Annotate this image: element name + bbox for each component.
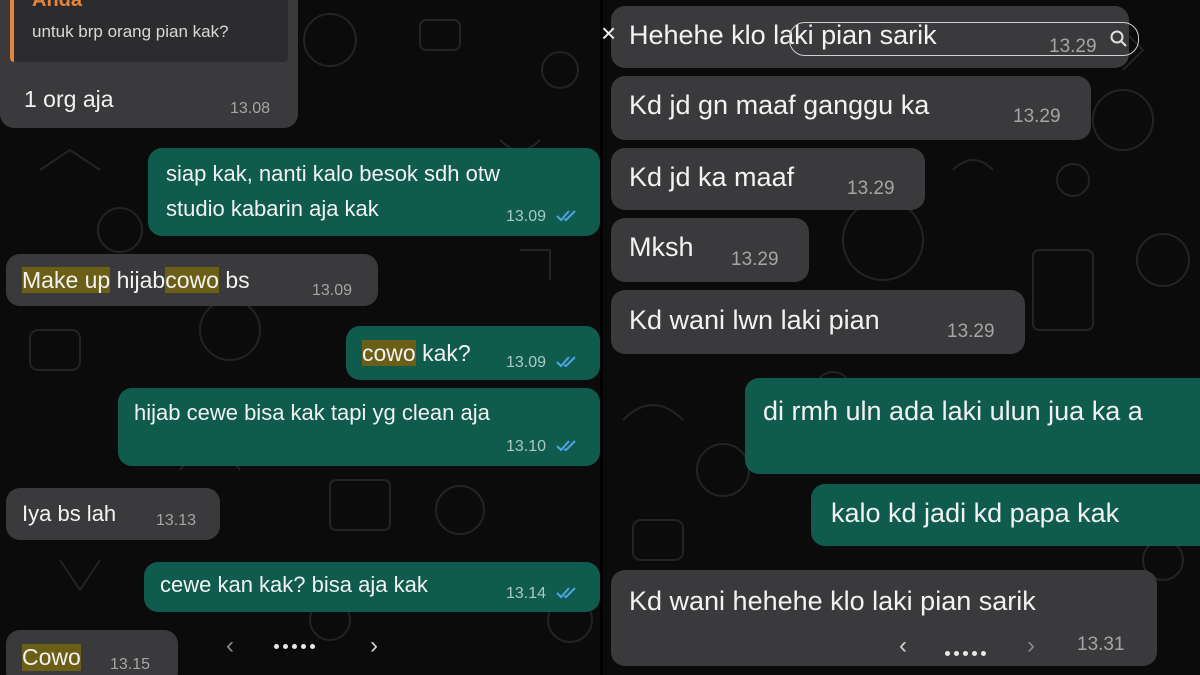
prev-result-button[interactable]: ‹ bbox=[899, 632, 907, 660]
message-word: hijab bbox=[116, 267, 166, 293]
message-bubble-incoming[interactable]: Iya bs lah 13.13 bbox=[6, 488, 220, 540]
message-bubble-incoming[interactable]: Kd wani lwn laki pian 13.29 bbox=[611, 290, 1025, 354]
message-bubble-outgoing[interactable]: hijab cewe bisa kak tapi yg clean aja 13… bbox=[118, 388, 600, 466]
message-text: Kd jd gn maaf ganggu ka bbox=[629, 90, 930, 120]
message-text: kalo kd jadi kd papa kak bbox=[831, 498, 1120, 528]
search-input[interactable] bbox=[789, 22, 1139, 56]
message-time: 13.13 bbox=[156, 512, 197, 529]
message-time: 13.08 bbox=[230, 100, 271, 117]
search-highlight: Make up bbox=[22, 267, 111, 293]
message-time: 13.15 bbox=[110, 656, 151, 673]
message-bubble-incoming[interactable]: Make up hijabcowo bs 13.09 bbox=[6, 254, 378, 306]
read-receipt-icon bbox=[556, 356, 576, 368]
message-text-line: studio kabarin aja kak bbox=[166, 196, 379, 221]
next-result-button[interactable]: › bbox=[1027, 632, 1035, 660]
message-time: 13.09 bbox=[312, 282, 353, 299]
message-time: 13.29 bbox=[847, 178, 895, 199]
message-time: 13.29 bbox=[731, 249, 779, 270]
message-bubble-incoming[interactable]: Mksh 13.29 bbox=[611, 218, 809, 282]
message-time: 13.31 bbox=[1077, 634, 1125, 655]
message-bubble-incoming[interactable]: Kd jd ka maaf 13.29 bbox=[611, 148, 925, 210]
search-highlight: cowo bbox=[362, 340, 416, 366]
message-text-line: siap kak, nanti kalo besok sdh otw bbox=[166, 161, 500, 186]
message-text: Kd wani lwn laki pian bbox=[629, 305, 880, 335]
message-text: di rmh uln ada laki ulun jua ka a bbox=[763, 396, 1143, 426]
message-text: Iya bs lah bbox=[22, 501, 117, 526]
read-receipt-icon bbox=[556, 587, 576, 599]
message-bubble-incoming[interactable]: Kd jd gn maaf ganggu ka 13.29 bbox=[611, 76, 1091, 140]
message-text: Make up hijabcowo bs bbox=[22, 267, 250, 294]
message-text: Kd wani hehehe klo laki pian sarik bbox=[629, 586, 1036, 616]
message-bubble-outgoing[interactable]: siap kak, nanti kalo besok sdh otw studi… bbox=[148, 148, 600, 236]
message-bubble-outgoing[interactable]: di rmh uln ada laki ulun jua ka a bbox=[745, 378, 1200, 474]
page-indicator bbox=[943, 643, 988, 661]
message-bubble-outgoing[interactable]: cewe kan kak? bisa aja kak 13.14 bbox=[144, 562, 600, 612]
message-bubble-incoming[interactable]: Cowo 13.15 bbox=[6, 630, 178, 675]
chat-panel-right: Hehehe klo laki pian sarik 13.29 × Kd jd… bbox=[603, 0, 1200, 675]
message-time: 13.09 bbox=[506, 354, 547, 371]
message-time: 13.29 bbox=[947, 321, 995, 342]
chat-panel-left: Anda untuk brp orang pian kak? 1 org aja… bbox=[0, 0, 600, 675]
page-indicator bbox=[272, 636, 317, 654]
prev-result-button[interactable]: ‹ bbox=[226, 632, 234, 660]
message-word: bs bbox=[225, 267, 250, 293]
message-bubble-incoming[interactable]: Kd wani hehehe klo laki pian sarik 13.31 bbox=[611, 570, 1157, 666]
search-icon[interactable] bbox=[1110, 30, 1128, 48]
message-bubble-outgoing[interactable]: cowo kak? 13.09 bbox=[346, 326, 600, 380]
message-time: 13.10 bbox=[506, 438, 547, 455]
search-highlight: cowo bbox=[165, 267, 219, 293]
message-text: Mksh bbox=[629, 232, 694, 262]
message-text: hijab cewe bisa kak tapi yg clean aja bbox=[134, 400, 490, 425]
message-word: kak? bbox=[422, 340, 471, 366]
read-receipt-icon bbox=[556, 210, 576, 222]
quoted-message[interactable]: Anda untuk brp orang pian kak? bbox=[10, 0, 288, 62]
message-bubble-outgoing[interactable]: kalo kd jadi kd papa kak bbox=[811, 484, 1200, 546]
quote-author: Anda bbox=[32, 0, 82, 11]
message-text: cewe kan kak? bisa aja kak bbox=[160, 572, 428, 597]
message-text: 1 org aja bbox=[24, 86, 114, 112]
read-receipt-icon bbox=[556, 440, 576, 452]
message-text: Kd jd ka maaf bbox=[629, 162, 795, 192]
quote-text: untuk brp orang pian kak? bbox=[32, 22, 229, 41]
quoted-reply-bubble[interactable]: Anda untuk brp orang pian kak? 1 org aja… bbox=[0, 0, 298, 128]
next-result-button[interactable]: › bbox=[370, 632, 378, 660]
close-search-icon[interactable]: × bbox=[603, 18, 616, 49]
message-time: 13.29 bbox=[1013, 106, 1061, 127]
search-highlight: Cowo bbox=[22, 644, 81, 671]
message-time: 13.14 bbox=[506, 585, 547, 602]
message-text: cowo kak? bbox=[362, 340, 471, 367]
message-time: 13.09 bbox=[506, 208, 547, 225]
